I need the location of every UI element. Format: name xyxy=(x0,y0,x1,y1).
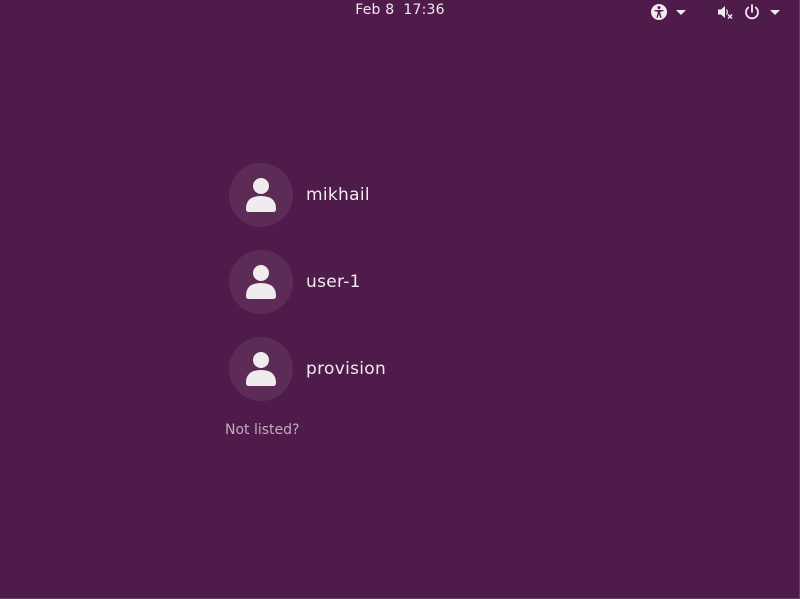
not-listed-link[interactable]: Not listed? xyxy=(225,422,299,438)
user-item-provision[interactable]: provision xyxy=(229,337,629,401)
user-icon xyxy=(246,178,276,212)
user-icon xyxy=(246,352,276,386)
clock-time: 17:36 xyxy=(403,2,445,18)
login-screen: Feb 8 17:36 mikhail user-1 provision Not… xyxy=(0,0,800,599)
accessibility-icon xyxy=(650,3,668,21)
user-icon xyxy=(246,265,276,299)
volume-muted-icon xyxy=(716,3,734,21)
system-menu[interactable] xyxy=(716,3,780,21)
avatar xyxy=(229,337,293,401)
user-item-user-1[interactable]: user-1 xyxy=(229,250,629,314)
top-bar: Feb 8 17:36 xyxy=(0,0,800,24)
accessibility-menu[interactable] xyxy=(650,3,686,21)
user-item-mikhail[interactable]: mikhail xyxy=(229,163,629,227)
power-icon xyxy=(743,3,761,21)
clock-date: Feb 8 xyxy=(355,2,395,18)
user-name: mikhail xyxy=(306,185,370,205)
chevron-down-icon xyxy=(676,10,686,15)
chevron-down-icon xyxy=(770,10,780,15)
user-name: user-1 xyxy=(306,272,361,292)
user-name: provision xyxy=(306,359,387,379)
avatar xyxy=(229,250,293,314)
avatar xyxy=(229,163,293,227)
user-list: mikhail user-1 provision xyxy=(229,163,629,424)
